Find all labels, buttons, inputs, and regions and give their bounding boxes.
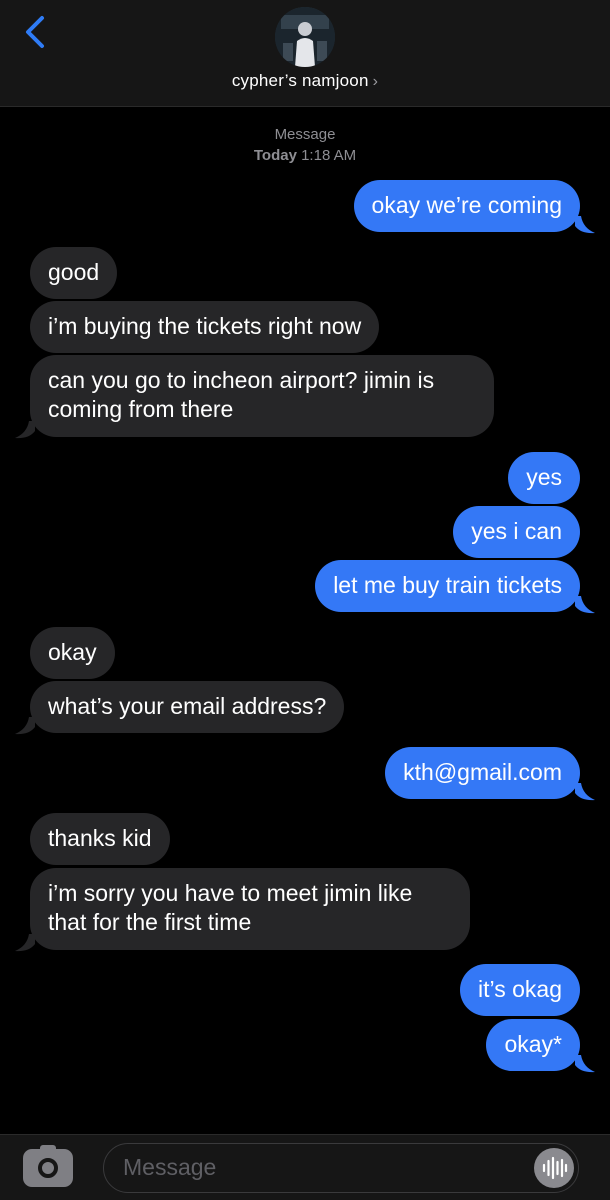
audio-waveform-icon[interactable] [534, 1148, 574, 1188]
message-bubble-sent[interactable]: yes i can [453, 506, 580, 558]
bubble-tail [15, 421, 35, 439]
chevron-right-icon: › [372, 73, 379, 90]
conversation-header: cypher’s namjoon › [0, 0, 610, 107]
message-bubble-sent[interactable]: okay we’re coming [353, 180, 580, 232]
bubble-tail [575, 216, 595, 234]
message-bubble-received[interactable]: good [30, 247, 118, 299]
timestamp: Today 1:18 AM [0, 147, 610, 164]
message-composer: Message [0, 1134, 610, 1200]
message-bubble-sent[interactable]: okay* [486, 1019, 580, 1071]
timestamp-time: 1:18 AM [301, 147, 357, 164]
bubble-tail [15, 717, 35, 735]
contact-name: cypher’s namjoon [231, 71, 369, 90]
bubble-tail [575, 1055, 595, 1073]
message-input-placeholder: Message [123, 1154, 217, 1180]
contact-avatar[interactable] [275, 7, 335, 67]
camera-icon[interactable] [23, 1145, 73, 1187]
message-bubble-received[interactable]: what’s your email address? [30, 681, 345, 733]
message-bubble-sent[interactable]: it’s okag [460, 964, 580, 1016]
avatar-image [275, 7, 335, 67]
message-bubble-sent[interactable]: let me buy train tickets [315, 560, 580, 612]
back-chevron-icon[interactable] [22, 14, 50, 50]
message-bubble-received[interactable]: thanks kid [30, 813, 170, 865]
message-bubble-sent[interactable]: kth@gmail.com [385, 747, 580, 799]
bubble-tail [575, 596, 595, 614]
bubble-tail [575, 783, 595, 801]
message-bubble-received[interactable]: i’m buying the tickets right now [30, 301, 380, 353]
timestamp-day: Today [253, 147, 297, 164]
message-bubble-sent[interactable]: yes [508, 452, 580, 504]
service-label: Message [274, 126, 336, 143]
contact-name-button[interactable]: cypher’s namjoon › [0, 71, 610, 91]
message-input[interactable]: Message [103, 1143, 579, 1193]
message-bubble-received[interactable]: can you go to incheon airport? jimin is … [30, 355, 494, 437]
message-bubble-received[interactable]: okay [30, 627, 115, 679]
bubble-tail [15, 934, 35, 952]
message-bubble-received[interactable]: i’m sorry you have to meet jimin like th… [30, 868, 470, 950]
